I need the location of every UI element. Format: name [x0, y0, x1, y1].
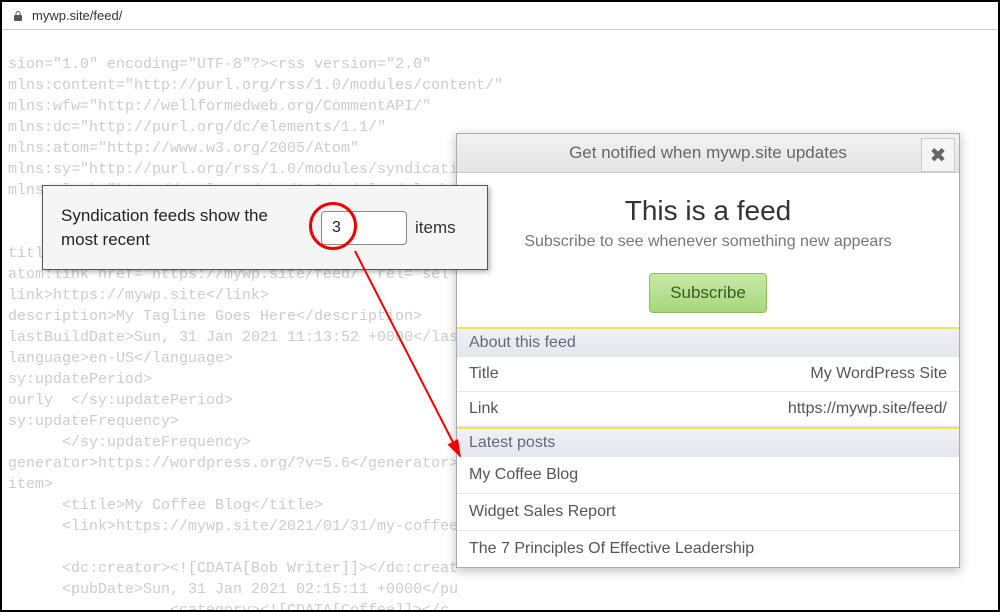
list-item[interactable]: The 7 Principles Of Effective Leadership	[457, 531, 959, 567]
popup-title: This is a feed	[467, 195, 949, 227]
setting-suffix: items	[415, 218, 456, 238]
url-bar: mywp.site/feed/	[2, 2, 998, 30]
lock-icon	[12, 10, 24, 22]
about-title-label: Title	[469, 365, 499, 383]
syndication-setting-panel: Syndication feeds show the most recent i…	[42, 185, 488, 270]
about-section-header: About this feed	[457, 327, 959, 357]
about-link-label: Link	[469, 400, 498, 418]
setting-label: Syndication feeds show the most recent	[61, 204, 296, 252]
popup-header-title: Get notified when mywp.site updates	[469, 143, 947, 163]
close-icon: ✖	[930, 143, 947, 168]
url-text: mywp.site/feed/	[32, 8, 122, 23]
popup-body: This is a feed Subscribe to see whenever…	[457, 173, 959, 327]
setting-input-wrap: items	[321, 211, 456, 245]
popup-header: Get notified when mywp.site updates ✖	[457, 134, 959, 173]
about-title-value: My WordPress Site	[810, 365, 947, 383]
about-link-value: https://mywp.site/feed/	[788, 400, 947, 418]
feed-popup: Get notified when mywp.site updates ✖ Th…	[456, 133, 960, 568]
latest-section-header: Latest posts	[457, 427, 959, 457]
subscribe-button[interactable]: Subscribe	[649, 273, 767, 313]
list-item[interactable]: My Coffee Blog	[457, 457, 959, 494]
popup-subtitle: Subscribe to see whenever something new …	[467, 233, 949, 251]
app-frame: mywp.site/feed/ sion="1.0" encoding="UTF…	[0, 0, 1000, 612]
feed-item-count-input[interactable]	[321, 211, 407, 245]
about-title-row: Title My WordPress Site	[457, 357, 959, 392]
list-item[interactable]: Widget Sales Report	[457, 494, 959, 531]
close-button[interactable]: ✖	[921, 138, 955, 172]
about-link-row: Link https://mywp.site/feed/	[457, 392, 959, 427]
